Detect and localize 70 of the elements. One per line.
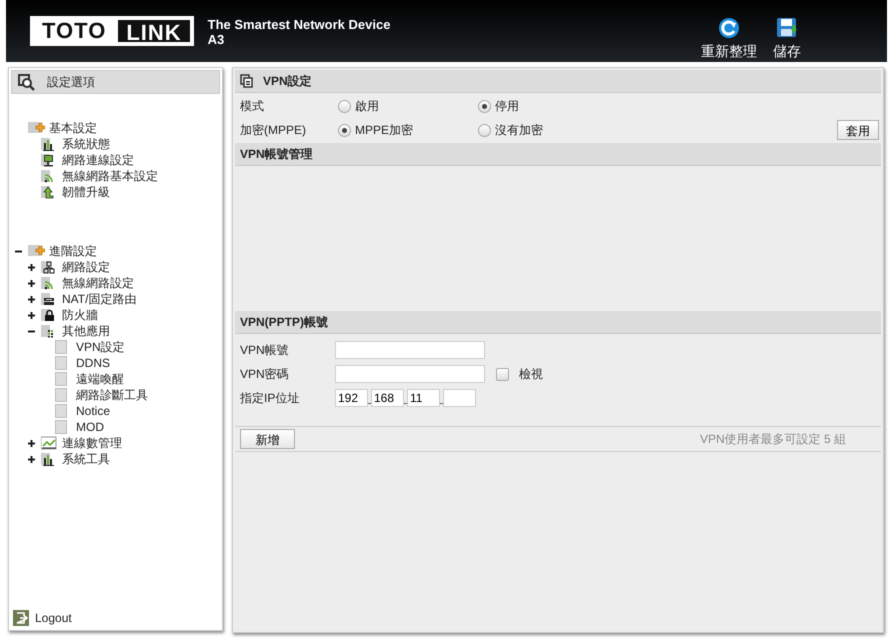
limit-note: VPN使用者最多可設定 5 組 xyxy=(700,430,846,448)
save-icon xyxy=(775,16,799,40)
tagline: The Smartest Network Device xyxy=(208,17,390,32)
menu-item[interactable]: Notice xyxy=(76,404,110,418)
menu-item[interactable]: 韌體升級 xyxy=(62,184,110,200)
logo-text: LINK xyxy=(118,20,190,42)
expand-icon[interactable] xyxy=(28,280,35,286)
field-label: 加密(MPPE) xyxy=(240,122,307,138)
refresh-button[interactable]: 重新整理 xyxy=(701,16,757,60)
field-label: VPN密碼 xyxy=(240,366,290,382)
radio-button[interactable] xyxy=(478,124,491,136)
expand-icon[interactable] xyxy=(28,440,35,446)
menu-item[interactable]: 網路診斷工具 xyxy=(76,386,148,404)
menu-item[interactable]: 系統工具 xyxy=(62,450,110,468)
ip-octet-field[interactable]: 11 xyxy=(407,389,440,407)
field-label: 指定IP位址 xyxy=(240,390,300,406)
radio-button[interactable] xyxy=(338,124,351,136)
expand-icon[interactable] xyxy=(28,296,35,302)
section-title: VPN帳號管理 xyxy=(240,146,313,162)
logo-text: TOTO xyxy=(41,18,108,44)
field-label: 模式 xyxy=(240,98,265,114)
menu-item[interactable]: 無線網路設定 xyxy=(62,274,134,292)
panel-title: VPN設定 xyxy=(263,72,312,90)
ip-octet-field[interactable]: 192 xyxy=(335,389,368,407)
line-chart-icon xyxy=(41,435,58,451)
menu-item[interactable]: 遠端喚醒 xyxy=(76,370,124,388)
menu-item[interactable]: 進階設定 xyxy=(49,242,97,260)
menu-item[interactable]: 網路設定 xyxy=(62,258,110,276)
logout-icon xyxy=(13,610,29,626)
option-label: 停用 xyxy=(495,98,519,114)
logout-link[interactable]: Logout xyxy=(35,611,72,625)
username-field[interactable] xyxy=(335,341,485,359)
ip-octet-field[interactable] xyxy=(443,389,476,407)
add-button[interactable]: 新增 xyxy=(240,429,295,449)
section-title: VPN(PPTP)帳號 xyxy=(240,314,328,330)
folder-icon xyxy=(28,120,45,136)
menu-item[interactable]: 系統狀態 xyxy=(62,136,110,152)
menu-item[interactable]: 防火牆 xyxy=(62,306,98,324)
menu-item[interactable]: 無線網路基本設定 xyxy=(62,168,158,184)
password-field[interactable] xyxy=(335,365,485,383)
collapse-icon[interactable] xyxy=(15,248,22,254)
apply-button[interactable]: 套用 xyxy=(837,120,879,140)
model-name: A3 xyxy=(208,32,226,47)
option-label: 沒有加密 xyxy=(495,122,543,138)
window-icon xyxy=(240,74,254,88)
search-icon xyxy=(18,74,35,90)
checkbox[interactable] xyxy=(496,368,509,380)
save-button[interactable]: 儲存 xyxy=(773,16,801,60)
sidebar-title: 設定選項 xyxy=(47,74,95,90)
menu-item[interactable]: MOD xyxy=(76,420,104,434)
expand-icon[interactable] xyxy=(28,264,35,270)
menu-item[interactable]: NAT/固定路由 xyxy=(62,290,136,308)
field-label: VPN帳號 xyxy=(240,342,290,358)
menu-item[interactable]: DDNS xyxy=(76,356,110,370)
option-label: MPPE加密 xyxy=(355,122,414,138)
collapse-icon[interactable] xyxy=(28,328,35,334)
ip-octet-field[interactable]: 168 xyxy=(371,389,404,407)
menu-item[interactable]: 網路連線設定 xyxy=(62,152,134,168)
menu-item[interactable]: 基本設定 xyxy=(49,120,97,136)
option-label: 啟用 xyxy=(355,98,379,114)
folder-icon xyxy=(28,243,45,259)
menu-item[interactable]: 其他應用 xyxy=(62,322,110,340)
menu-item[interactable]: VPN設定 xyxy=(76,338,125,356)
radio-button[interactable] xyxy=(338,100,351,112)
radio-button[interactable] xyxy=(478,100,491,112)
expand-icon[interactable] xyxy=(28,312,35,318)
menu-item[interactable]: 連線數管理 xyxy=(62,434,122,452)
refresh-icon xyxy=(717,16,741,40)
checkbox-label: 檢視 xyxy=(519,366,543,382)
expand-icon[interactable] xyxy=(28,456,35,462)
